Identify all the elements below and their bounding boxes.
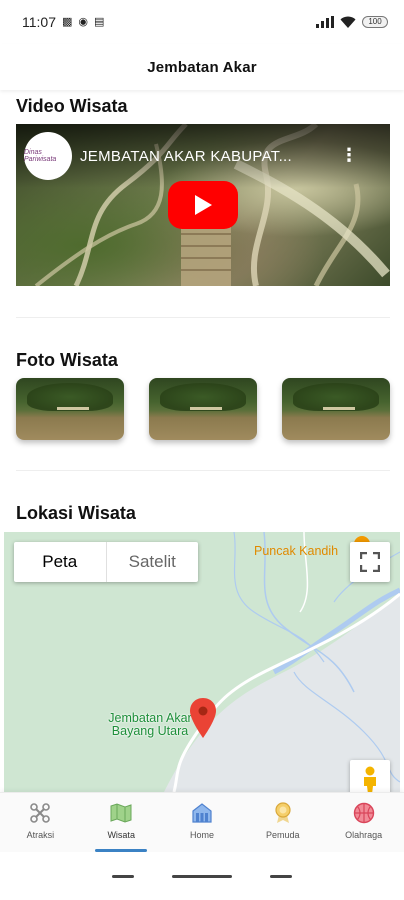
location-pin-icon[interactable]	[190, 698, 216, 738]
building-icon	[192, 803, 212, 823]
more-options-icon[interactable]: ⋮	[340, 146, 358, 164]
drone-icon	[30, 803, 51, 823]
map-type-satelit-button[interactable]: Satelit	[107, 542, 199, 582]
video-title[interactable]: JEMBATAN AKAR KABUPAT...	[80, 148, 292, 165]
fullscreen-button[interactable]	[350, 542, 390, 582]
message-status-icon: ▤	[94, 15, 105, 28]
page-title: Jembatan Akar	[147, 58, 257, 76]
system-navigation-bar	[0, 852, 404, 900]
play-icon	[195, 195, 212, 215]
street-view-pegman-button[interactable]	[350, 760, 390, 792]
back-button[interactable]	[270, 874, 292, 878]
photo-thumbnail[interactable]	[282, 378, 390, 440]
location-section-title: Lokasi Wisata	[16, 503, 136, 523]
map-type-toggle: Peta Satelit	[14, 542, 198, 582]
poi-label[interactable]: Puncak Kandih	[254, 544, 338, 558]
bottom-navigation: Atraksi Wisata Home Pemuda Olahraga	[0, 792, 404, 852]
nav-item-atraksi[interactable]: Atraksi	[0, 793, 81, 852]
fullscreen-icon	[360, 552, 380, 572]
nav-item-home[interactable]: Home	[162, 793, 243, 852]
photo-bridge	[190, 406, 223, 411]
home-button[interactable]	[172, 874, 232, 878]
channel-logo-text: Dinas Pariwisata	[24, 149, 57, 163]
status-bar: 11:07 ▩ ◉ ▤ 100	[0, 0, 404, 44]
photo-bridge	[323, 406, 356, 411]
pegman-icon	[364, 766, 376, 792]
nav-item-olahraga[interactable]: Olahraga	[323, 793, 404, 852]
notification-icon: ▩	[62, 15, 73, 28]
battery-icon: 100	[362, 16, 388, 28]
photo-section-title: Foto Wisata	[16, 350, 118, 370]
section-divider	[16, 470, 390, 471]
nav-label-atraksi: Atraksi	[26, 830, 55, 840]
recent-apps-button[interactable]	[112, 874, 134, 878]
nav-label-olahraga: Olahraga	[345, 830, 383, 840]
map-view[interactable]: Peta Satelit Puncak Kandih Jembatan Akar…	[4, 532, 400, 792]
nav-item-pemuda[interactable]: Pemuda	[242, 793, 323, 852]
channel-logo[interactable]: Dinas Pariwisata	[24, 132, 72, 180]
status-time: 11:07	[22, 14, 56, 30]
settings-status-icon: ◉	[78, 15, 89, 28]
signal-icon	[316, 16, 334, 28]
nav-label-home: Home	[189, 830, 214, 840]
photo-thumbnail[interactable]	[16, 378, 124, 440]
map-type-peta-button[interactable]: Peta	[14, 542, 107, 582]
award-icon	[275, 802, 291, 823]
app-bar: Jembatan Akar	[0, 44, 404, 90]
wifi-icon	[340, 16, 356, 28]
photo-bridge	[57, 406, 90, 411]
map-icon	[110, 803, 132, 823]
play-button[interactable]	[168, 181, 238, 229]
photo-thumbnail[interactable]	[149, 378, 257, 440]
section-divider	[16, 317, 390, 318]
video-player[interactable]: Dinas Pariwisata JEMBATAN AKAR KABUPAT..…	[16, 124, 390, 286]
nav-item-wisata[interactable]: Wisata	[81, 793, 162, 852]
nav-label-wisata: Wisata	[107, 830, 135, 840]
basketball-icon	[353, 802, 374, 824]
nav-label-pemuda: Pemuda	[266, 830, 300, 840]
video-section-title: Video Wisata	[16, 96, 128, 116]
